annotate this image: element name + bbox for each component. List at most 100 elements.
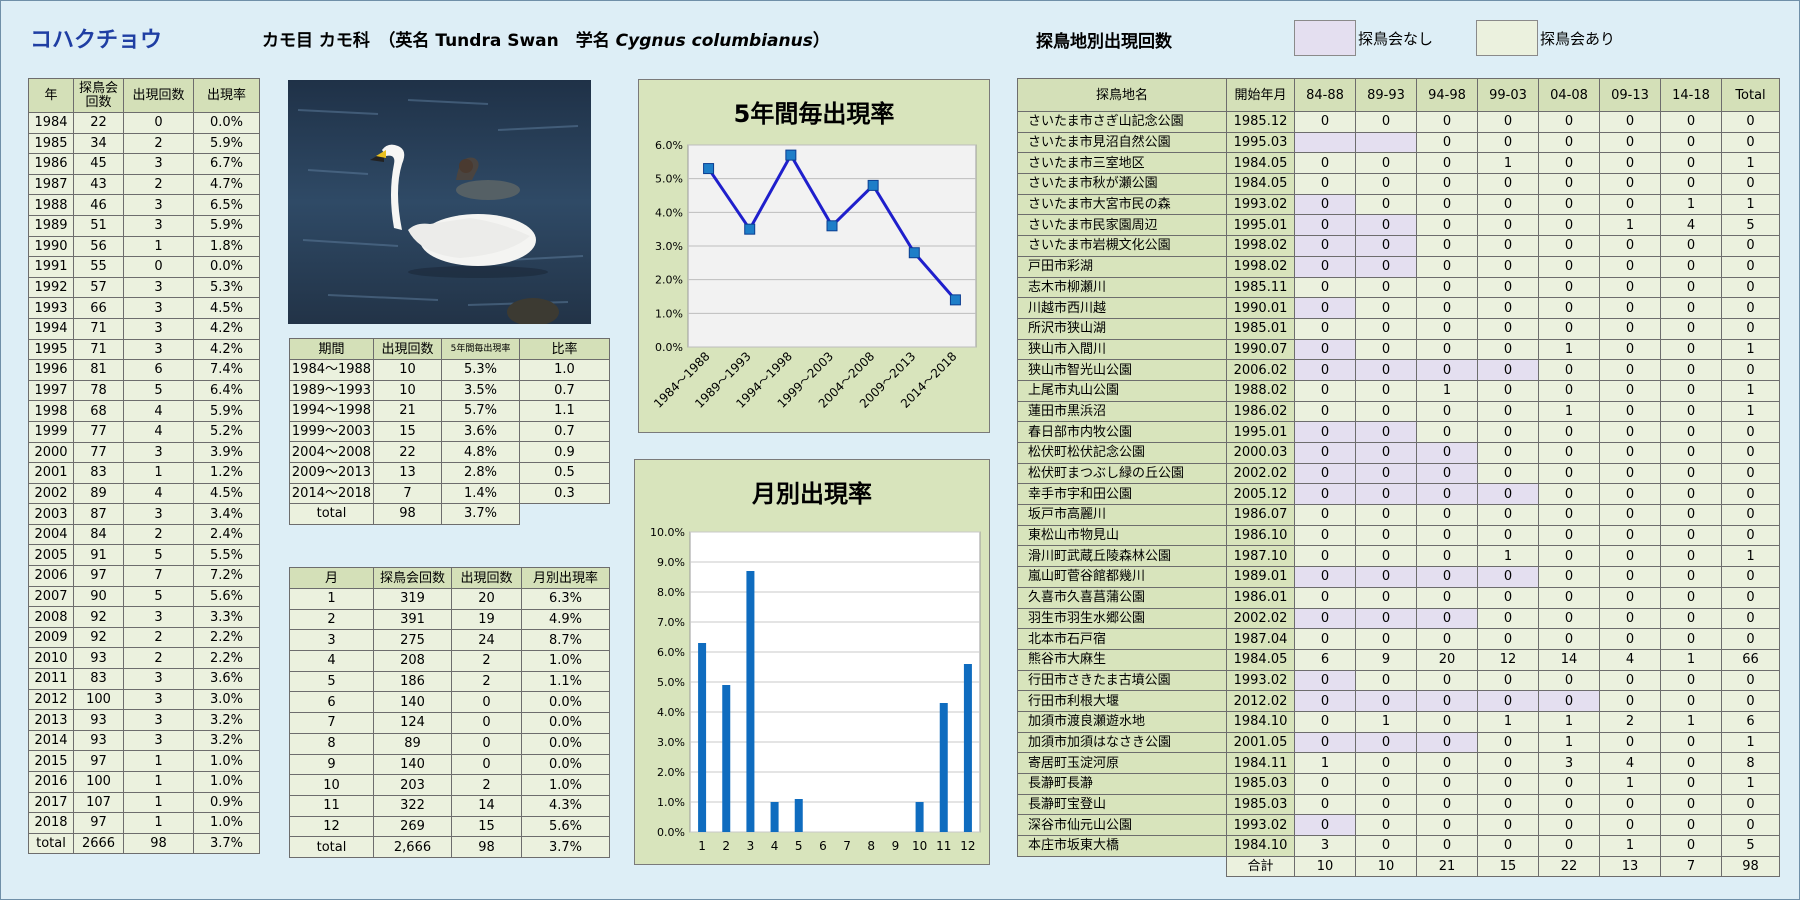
year-table-cell: 77 <box>73 420 124 443</box>
site-count-cell: 0 <box>1538 214 1600 237</box>
period-table-cell: 3.6% <box>441 420 520 443</box>
y-tick-label: 0.0% <box>657 826 685 839</box>
site-count-cell: 0 <box>1477 773 1539 795</box>
year-table-cell: 4 <box>123 420 194 443</box>
y-tick-label: 3.0% <box>655 240 683 253</box>
site-count-cell: 0 <box>1660 483 1722 506</box>
site-count-cell: 0 <box>1660 566 1722 588</box>
bar <box>746 571 755 832</box>
site-count-cell: 0 <box>1660 793 1722 816</box>
site-count-cell: 0 <box>1721 317 1780 340</box>
site-table-row: 本庄市坂東大橋 1984.10 3 0 0 0 0 1 0 5 <box>1017 835 1780 857</box>
site-count-cell: 0 <box>1538 566 1600 588</box>
site-count-cell: 0 <box>1355 793 1417 816</box>
site-count-cell: 0 <box>1416 421 1478 443</box>
site-count-cell: 0 <box>1721 421 1780 443</box>
month-table-header: 月 <box>289 567 374 589</box>
monthly-rate-chart: 月別出現率 0.0% 1.0% 2.0% 3.0% 4.0% 5.0% 6.0% 7.0% 8.… <box>634 459 990 865</box>
site-count-cell: 1 <box>1355 710 1417 733</box>
site-count-cell: 0 <box>1477 255 1539 278</box>
x-tick-label: 11 <box>936 839 951 853</box>
site-table-row: 長瀞町長瀞 1985.03 0 0 0 0 0 1 0 1 <box>1017 773 1780 795</box>
site-count-cell: 0 <box>1660 131 1722 154</box>
site-name-cell: さいたま市岩槻文化公園 <box>1017 235 1227 257</box>
bar <box>794 799 803 832</box>
y-tick-label: 5.0% <box>657 676 685 689</box>
year-table-cell: 1994 <box>28 317 74 340</box>
site-table-header: Total <box>1721 78 1780 112</box>
site-count-cell: 0 <box>1355 586 1417 609</box>
site-table-row: 東松山市物見山 1986.10 0 0 0 0 0 0 0 0 <box>1017 524 1780 547</box>
site-start-cell: 1987.10 <box>1226 545 1295 568</box>
year-table-cell: 5.2% <box>193 420 260 443</box>
year-table-row: 1988 46 3 6.5% <box>28 194 260 216</box>
year-table-cell: 0.0% <box>193 112 260 134</box>
period-table-cell: 1994～1998 <box>289 400 374 422</box>
year-table-row: 1989 51 3 5.9% <box>28 214 260 237</box>
site-table-total-cell: 22 <box>1538 855 1600 878</box>
site-table-header: 14-18 <box>1660 78 1722 112</box>
site-start-cell: 1990.01 <box>1226 297 1295 319</box>
month-table-cell: 203 <box>373 774 452 796</box>
site-count-cell: 0 <box>1599 235 1661 257</box>
year-table-cell: 1.8% <box>193 235 260 258</box>
site-count-cell: 0 <box>1599 338 1661 361</box>
site-table-row: さいたま市さぎ山記念公園 1985.12 0 0 0 0 0 0 0 0 <box>1017 111 1780 133</box>
month-table-cell: 391 <box>373 608 452 631</box>
site-name-cell: 本庄市坂東大橋 <box>1017 835 1227 857</box>
year-table-cell: 93 <box>73 729 124 752</box>
site-count-cell: 0 <box>1660 586 1722 609</box>
site-count-cell: 0 <box>1477 421 1539 443</box>
year-table-cell: 2.2% <box>193 626 260 649</box>
site-count-cell: 0 <box>1294 462 1356 485</box>
period-table-row: 1999～2003 15 3.6% 0.7 <box>289 420 610 443</box>
site-name-cell: さいたま市見沼自然公園 <box>1017 131 1227 154</box>
x-tick-label: 2 <box>722 839 730 853</box>
site-start-cell: 2005.12 <box>1226 483 1295 506</box>
year-table-cell: 2006 <box>28 565 74 587</box>
year-table-row: 1994 71 3 4.2% <box>28 317 260 340</box>
site-table-total-cell: 21 <box>1416 855 1478 878</box>
site-count-cell: 0 <box>1355 297 1417 319</box>
year-table-row: 1997 78 5 6.4% <box>28 379 260 402</box>
site-count-cell: 0 <box>1599 731 1661 754</box>
site-count-cell: 0 <box>1294 628 1356 650</box>
site-count-cell: 20 <box>1416 648 1478 671</box>
site-table-empty-cell <box>1018 856 1227 877</box>
year-table-cell: 7.4% <box>193 359 260 381</box>
site-start-cell: 2012.02 <box>1226 690 1295 712</box>
five-year-rate-plot: 0.0%1.0%2.0%3.0%4.0%5.0%6.0%1984～1988198… <box>651 139 977 411</box>
site-count-cell: 0 <box>1294 297 1356 319</box>
site-count-cell: 0 <box>1355 317 1417 340</box>
month-table-cell: 2 <box>451 650 522 672</box>
site-count-cell: 0 <box>1416 214 1478 237</box>
site-count-cell: 0 <box>1538 814 1600 837</box>
x-tick-label: 10 <box>912 839 927 853</box>
bar <box>939 703 948 832</box>
year-table-cell: 1998 <box>28 400 74 422</box>
year-table-cell: 5 <box>123 379 194 402</box>
x-tick-label: 1 <box>698 839 706 853</box>
year-table-row: 2017 107 1 0.9% <box>28 791 260 814</box>
year-table-cell: 57 <box>73 276 124 299</box>
five-year-rate-chart: 5年間毎出現率 0.0% 1.0% 2.0% 3.0% 4.0% 5.0% 6.0% 1984… <box>638 79 990 433</box>
site-count-cell: 0 <box>1355 235 1417 257</box>
year-table-cell: 3 <box>123 503 194 525</box>
site-count-cell: 0 <box>1294 379 1356 402</box>
site-count-cell: 0 <box>1599 276 1661 299</box>
site-count-cell: 0 <box>1538 421 1600 443</box>
site-count-cell: 0 <box>1538 317 1600 340</box>
period-table-row: 2004～2008 22 4.8% 0.9 <box>289 441 610 463</box>
period-table-cell: 0.7 <box>519 379 610 402</box>
month-table-cell: 2 <box>451 774 522 796</box>
year-table-row: 1998 68 4 5.9% <box>28 400 260 422</box>
site-count-cell: 0 <box>1294 731 1356 754</box>
site-count-cell: 0 <box>1416 773 1478 795</box>
site-count-cell: 0 <box>1477 193 1539 216</box>
site-count-cell: 0 <box>1355 421 1417 443</box>
site-count-cell: 0 <box>1416 317 1478 340</box>
year-table-cell: 3 <box>123 688 194 711</box>
period-table-cell: 22 <box>373 441 442 463</box>
site-count-cell: 0 <box>1416 400 1478 423</box>
site-count-cell: 0 <box>1416 731 1478 754</box>
